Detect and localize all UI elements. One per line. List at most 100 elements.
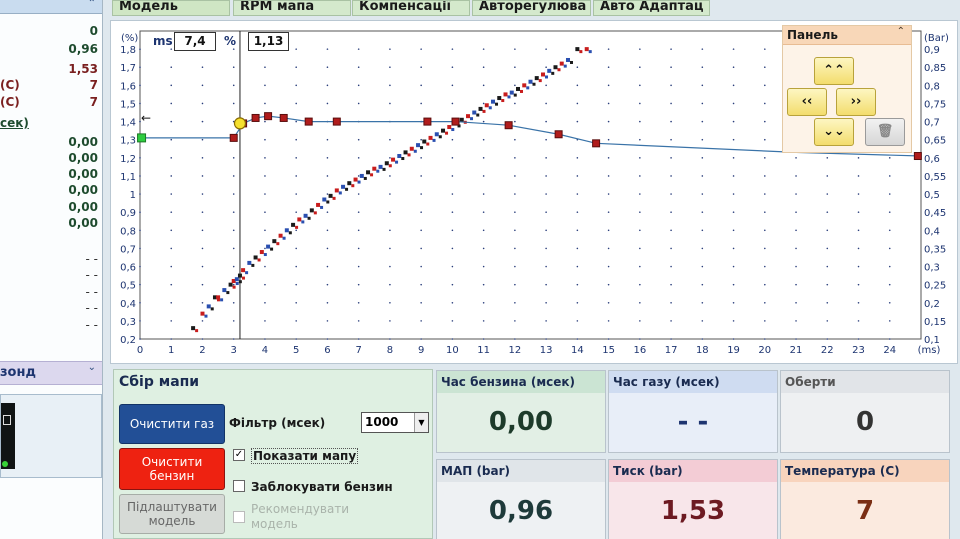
tile-pressure: Тиск (bar) 1,53 bbox=[608, 459, 778, 539]
grid-dot bbox=[451, 229, 454, 232]
correction-point[interactable] bbox=[554, 130, 563, 139]
map-point bbox=[253, 255, 258, 260]
grid-dot bbox=[857, 320, 860, 322]
map-point bbox=[200, 311, 205, 316]
grid-dot bbox=[576, 283, 579, 286]
grid-dot bbox=[357, 265, 360, 268]
sonde-section-header[interactable]: зонд ⌄ bbox=[0, 361, 102, 385]
recommend-model-checkbox[interactable] bbox=[233, 511, 245, 523]
grid-dot bbox=[857, 175, 860, 177]
chevron-up-icon[interactable]: ⌃ bbox=[88, 0, 96, 9]
correction-point[interactable] bbox=[423, 117, 432, 126]
tab-model[interactable]: Модель bbox=[112, 0, 230, 16]
map-point bbox=[228, 282, 233, 287]
grid-dot bbox=[295, 102, 297, 105]
correction-start-point[interactable] bbox=[137, 133, 147, 143]
grid-dot bbox=[451, 247, 454, 250]
x-tick-label: 8 bbox=[387, 345, 393, 356]
grid-dot bbox=[670, 66, 672, 69]
tab-autoregulation[interactable]: Авторегулюва bbox=[472, 0, 591, 16]
grid-dot bbox=[295, 138, 297, 141]
chevron-up-icon[interactable]: ⌃ bbox=[897, 26, 905, 37]
map-point bbox=[220, 298, 224, 302]
sidebar-header[interactable]: ⌃ bbox=[0, 0, 102, 14]
grid-dot bbox=[357, 229, 360, 232]
grid-dot bbox=[170, 48, 173, 50]
map-point bbox=[384, 161, 389, 166]
grid-dot bbox=[420, 320, 422, 322]
grid-dot bbox=[420, 211, 422, 213]
map-point bbox=[588, 50, 592, 54]
tab-rpm-map[interactable]: RPM мапа bbox=[233, 0, 351, 16]
ms-label: ms bbox=[153, 34, 173, 48]
block-petrol-label[interactable]: Заблокувати бензин bbox=[251, 480, 393, 494]
correction-point[interactable] bbox=[264, 112, 273, 121]
clear-petrol-button[interactable]: Очистити бензин bbox=[119, 448, 225, 490]
correction-point[interactable] bbox=[332, 117, 341, 126]
clear-gas-button[interactable]: Очистити газ bbox=[119, 404, 225, 444]
show-map-checkbox[interactable]: ✓ bbox=[233, 449, 245, 461]
grid-dot bbox=[326, 320, 329, 322]
correction-point[interactable] bbox=[279, 113, 288, 122]
grid-dot bbox=[295, 120, 297, 123]
y-tick-label-right: 0,55 bbox=[924, 172, 946, 183]
move-up-button[interactable]: ⌃⌃ bbox=[814, 57, 854, 85]
grid-dot bbox=[514, 211, 516, 213]
y-axis-label-left: (%) bbox=[121, 33, 138, 44]
correction-point[interactable] bbox=[451, 117, 460, 126]
x-tick-label: 12 bbox=[509, 345, 522, 356]
grid-dot bbox=[826, 301, 829, 304]
move-left-button[interactable]: ‹‹ bbox=[787, 88, 827, 116]
map-point bbox=[413, 149, 417, 153]
sidebar-row: 0,00 bbox=[0, 200, 98, 216]
grid-dot bbox=[170, 211, 173, 213]
tile-value: 0,00 bbox=[488, 407, 554, 437]
grid-dot bbox=[326, 338, 329, 340]
grid-dot bbox=[639, 320, 641, 322]
recommend-model-label: Рекомендувати модель bbox=[251, 502, 350, 531]
grid-dot bbox=[389, 211, 391, 213]
sidebar-row-value: 0,96 bbox=[68, 42, 98, 56]
grid-dot bbox=[888, 175, 891, 177]
sidebar-row-value: 0,00 bbox=[68, 167, 98, 181]
tab-auto-adaptation[interactable]: Авто Адаптац bbox=[593, 0, 710, 16]
dropdown-arrow-icon[interactable]: ▼ bbox=[414, 413, 428, 432]
left-arrow-icon: ← bbox=[141, 111, 151, 125]
grid-dot bbox=[545, 301, 547, 304]
grid-dot bbox=[170, 301, 173, 304]
block-petrol-checkbox[interactable] bbox=[233, 480, 245, 492]
move-right-button[interactable]: ›› bbox=[836, 88, 876, 116]
map-point bbox=[532, 82, 536, 86]
move-down-button[interactable]: ⌄⌄ bbox=[814, 118, 854, 146]
grid-dot bbox=[701, 247, 704, 250]
grid-dot bbox=[639, 48, 641, 50]
cursor-marker[interactable] bbox=[233, 117, 247, 130]
grid-dot bbox=[857, 265, 860, 268]
tile-title: Температура (С) bbox=[781, 460, 949, 482]
correction-point[interactable] bbox=[304, 117, 313, 126]
filter-select[interactable]: 1000 ▼ bbox=[361, 412, 429, 433]
grid-dot bbox=[576, 66, 579, 69]
grid-dot bbox=[264, 283, 266, 286]
correction-point[interactable] bbox=[229, 133, 238, 142]
y-tick-label-right: 0,25 bbox=[924, 281, 946, 292]
setup-model-button[interactable]: Підлаштувати модель bbox=[119, 494, 225, 534]
y-tick-label-left: 1,5 bbox=[120, 99, 136, 110]
show-map-label[interactable]: Показати мапу bbox=[251, 448, 359, 464]
y-axis-label-right: (Bar) bbox=[924, 33, 949, 44]
correction-point[interactable] bbox=[913, 152, 922, 161]
panel-header[interactable]: Панель ⌃ bbox=[783, 26, 911, 45]
map-point bbox=[234, 277, 239, 282]
sidebar-row: - - bbox=[0, 268, 98, 284]
correction-point[interactable] bbox=[592, 139, 601, 148]
correction-point[interactable] bbox=[504, 121, 513, 130]
tile-map: МАП (bar) 0,96 bbox=[436, 459, 606, 539]
correction-point[interactable] bbox=[251, 113, 260, 122]
grid-dot bbox=[795, 229, 797, 232]
trash-icon[interactable]: 🗑 bbox=[865, 118, 905, 146]
map-point bbox=[538, 79, 542, 83]
grid-dot bbox=[764, 338, 766, 340]
grid-dot bbox=[482, 247, 485, 250]
tab-compensations[interactable]: Компенсації bbox=[352, 0, 470, 16]
chevron-down-icon[interactable]: ⌄ bbox=[88, 362, 96, 373]
